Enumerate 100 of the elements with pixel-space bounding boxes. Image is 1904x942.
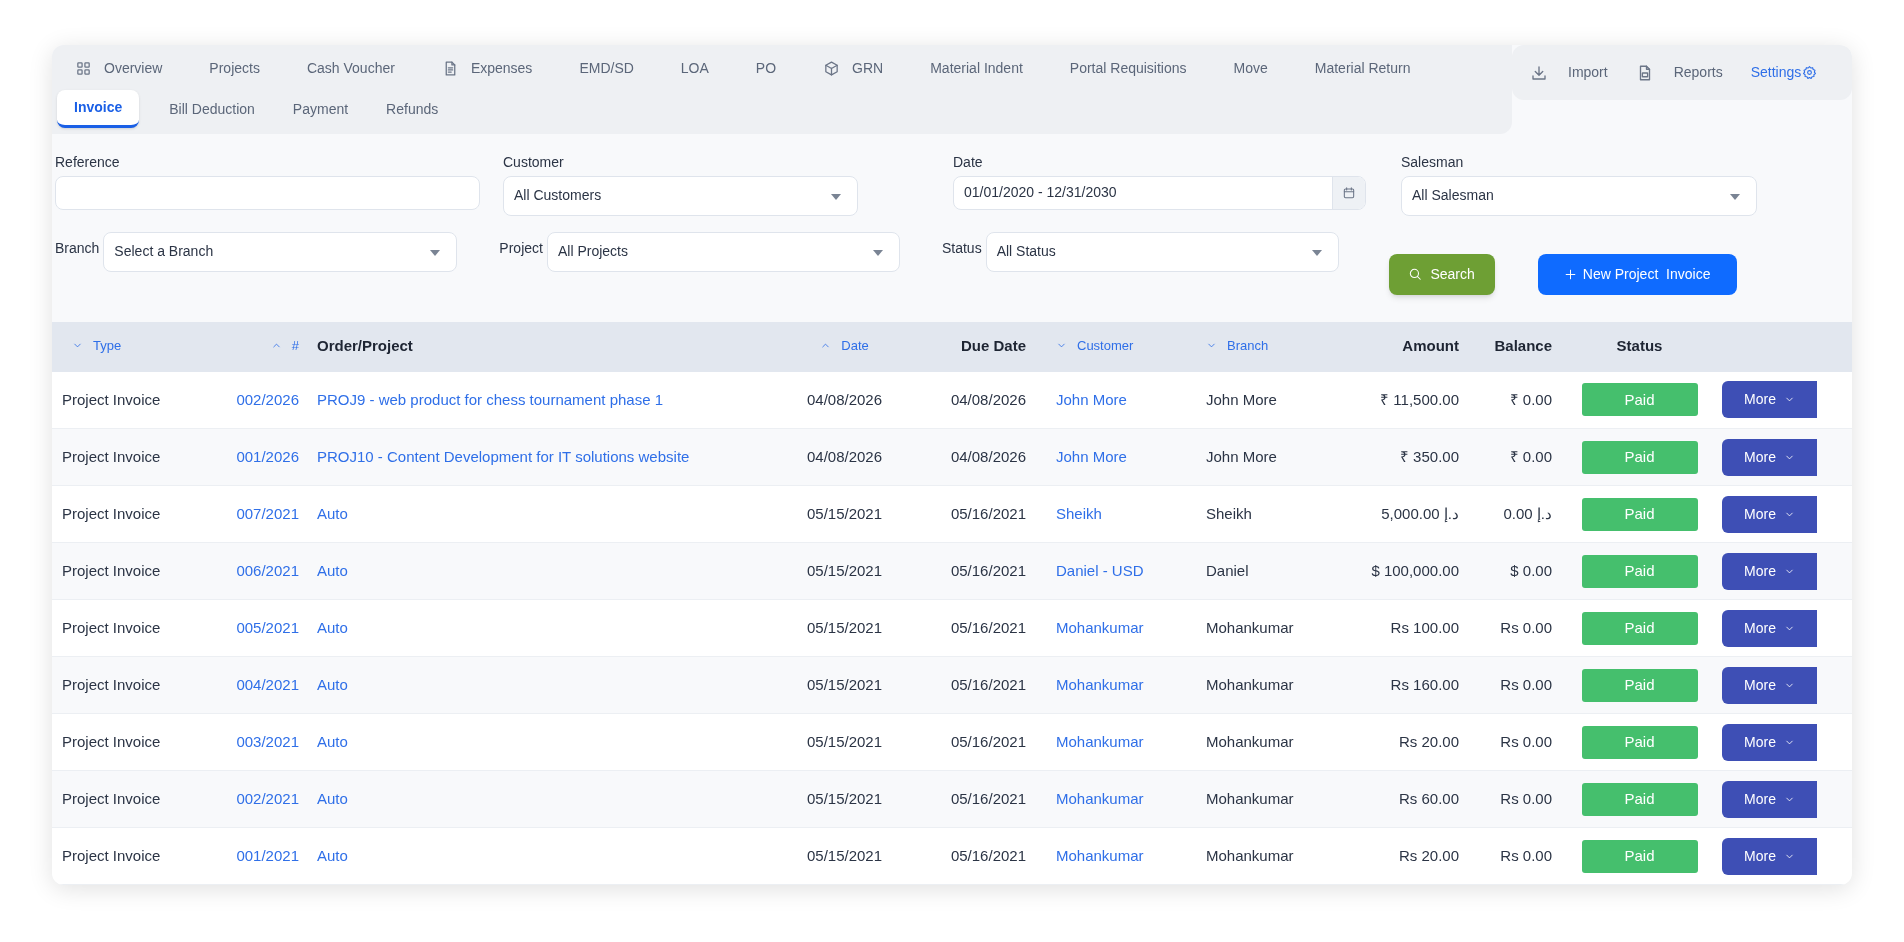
select-field[interactable]: All Projects	[546, 231, 900, 272]
more-button[interactable]: More	[1722, 381, 1817, 419]
invoice-number-link[interactable]: 003/2021	[236, 732, 299, 750]
more-button[interactable]: More	[1722, 837, 1817, 875]
select-field[interactable]: All Status	[985, 231, 1339, 272]
project-link[interactable]: Auto	[317, 675, 348, 693]
date-range-field[interactable]: 01/01/2020 - 12/31/2030	[953, 175, 1366, 210]
project-link[interactable]: Auto	[317, 846, 348, 864]
field-label: Project	[499, 239, 543, 259]
sortable-column-header[interactable]: Branch	[1206, 336, 1269, 356]
dropdown-arrow-icon	[430, 250, 441, 257]
customer-link[interactable]: Mohankumar	[1056, 732, 1144, 750]
sortable-column-header[interactable]: #	[270, 336, 299, 356]
nav-tab[interactable]: Portal Requisitions	[1069, 53, 1187, 83]
nav-tab[interactable]: PO	[755, 53, 777, 83]
status-badge: Paid	[1581, 383, 1698, 417]
reference-field[interactable]	[55, 175, 480, 210]
table-cell: Mohankumar	[1206, 675, 1294, 693]
invoice-number-link[interactable]: 007/2021	[236, 504, 299, 522]
invoice-number-link[interactable]: 001/2026	[236, 447, 299, 465]
customer-link[interactable]: Mohankumar	[1056, 846, 1144, 864]
customer-link[interactable]: John More	[1056, 390, 1127, 408]
nav-tab[interactable]: Expenses	[441, 53, 533, 83]
customer-link[interactable]: Mohankumar	[1056, 675, 1144, 693]
table-cell: 05/15/2021	[806, 732, 883, 750]
nav-tab[interactable]: Material Indent	[930, 53, 1023, 83]
status-badge: Paid	[1581, 725, 1698, 759]
sortable-column-header[interactable]: Date	[820, 336, 869, 356]
more-button[interactable]: More	[1722, 609, 1817, 647]
invoice-number-link[interactable]: 002/2026	[236, 390, 299, 408]
nav-tab[interactable]: Refunds	[386, 94, 439, 124]
table-cell: Rs 100.00	[1390, 618, 1459, 636]
customer-link[interactable]: Sheikh	[1056, 504, 1102, 522]
nav-tab[interactable]: EMD/SD	[579, 53, 634, 83]
more-button[interactable]: More	[1722, 780, 1817, 818]
sortable-column-header[interactable]: Customer	[1056, 336, 1134, 356]
table-cell: Rs 20.00	[1398, 846, 1459, 864]
invoice-number-link[interactable]: 001/2021	[236, 846, 299, 864]
select-field[interactable]: Select a Branch	[103, 231, 458, 272]
invoice-number-link[interactable]: 005/2021	[236, 618, 299, 636]
invoice-number-link[interactable]: 002/2021	[236, 789, 299, 807]
table-cell: Project Invoice	[62, 390, 161, 408]
invoice-number-link[interactable]: 006/2021	[236, 561, 299, 579]
table-cell: Mohankumar	[1206, 789, 1294, 807]
table-cell: $ 0.00	[1510, 561, 1552, 579]
more-button[interactable]: More	[1722, 552, 1817, 590]
table-cell: Sheikh	[1206, 504, 1252, 522]
new-project-invoice-button[interactable]: New Project Invoice	[1537, 253, 1737, 295]
customer-link[interactable]: Mohankumar	[1056, 618, 1144, 636]
table-cell: 05/16/2021	[950, 504, 1026, 522]
project-link[interactable]: PROJ10 - Content Development for IT solutions website	[317, 447, 690, 465]
more-button[interactable]: More	[1722, 495, 1817, 533]
more-button[interactable]: More	[1722, 723, 1817, 761]
select-field[interactable]: All Salesman	[1401, 175, 1757, 216]
field-label: Salesman	[1401, 152, 1465, 172]
nav-tab[interactable]: Payment	[292, 94, 349, 124]
nav-tab[interactable]: Move	[1233, 53, 1268, 83]
table-cell: Mohankumar	[1206, 846, 1294, 864]
nav-tab[interactable]: Cash Voucher	[306, 53, 395, 83]
nav-tab[interactable]: Overview	[75, 53, 163, 83]
status-badge: Paid	[1581, 782, 1698, 816]
search-icon	[1408, 267, 1423, 282]
status-badge: Paid	[1581, 668, 1698, 702]
table-cell: Rs 20.00	[1398, 732, 1459, 750]
project-link[interactable]: Auto	[317, 732, 348, 750]
nav-tab[interactable]: GRN	[823, 53, 884, 83]
project-link[interactable]: PROJ9 - web product for chess tournament phase 1	[317, 390, 663, 408]
project-link[interactable]: Auto	[317, 561, 348, 579]
table-cell: Mohankumar	[1206, 732, 1294, 750]
table-cell: 05/16/2021	[950, 561, 1026, 579]
nav-tab[interactable]: Material Return	[1314, 53, 1411, 83]
reports-button[interactable]: Reports	[1635, 62, 1723, 83]
customer-link[interactable]: John More	[1056, 447, 1127, 465]
customer-link[interactable]: Mohankumar	[1056, 789, 1144, 807]
table-cell: 05/15/2021	[806, 504, 883, 522]
table-cell: 04/08/2026	[806, 390, 883, 408]
project-link[interactable]: Auto	[317, 789, 348, 807]
table-cell: 05/16/2021	[950, 732, 1026, 750]
customer-link[interactable]: Daniel - USD	[1056, 561, 1144, 579]
sortable-column-header[interactable]: Type	[72, 336, 122, 356]
more-button[interactable]: More	[1722, 666, 1817, 704]
nav-tab[interactable]: Invoice	[57, 90, 140, 128]
settings-link[interactable]: Settings	[1750, 62, 1818, 83]
table-cell: 04/08/2026	[950, 390, 1026, 408]
dropdown-arrow-icon	[1311, 250, 1322, 257]
select-field[interactable]: All Customers	[503, 175, 858, 216]
import-button[interactable]: Import	[1530, 62, 1608, 83]
table-cell: Project Invoice	[62, 675, 161, 693]
nav-tab[interactable]: Bill Deduction	[169, 94, 255, 124]
table-cell: ₹ 0.00	[1509, 447, 1552, 465]
status-badge: Paid	[1581, 611, 1698, 645]
more-button[interactable]: More	[1722, 438, 1817, 476]
project-link[interactable]: Auto	[317, 618, 348, 636]
nav-tab[interactable]: Projects	[209, 53, 260, 83]
invoice-number-link[interactable]: 004/2021	[236, 675, 299, 693]
cube-icon	[823, 59, 841, 77]
project-link[interactable]: Auto	[317, 504, 348, 522]
table-cell: 05/15/2021	[806, 675, 883, 693]
search-button[interactable]: Search	[1388, 253, 1495, 295]
nav-tab[interactable]: LOA	[680, 53, 709, 83]
